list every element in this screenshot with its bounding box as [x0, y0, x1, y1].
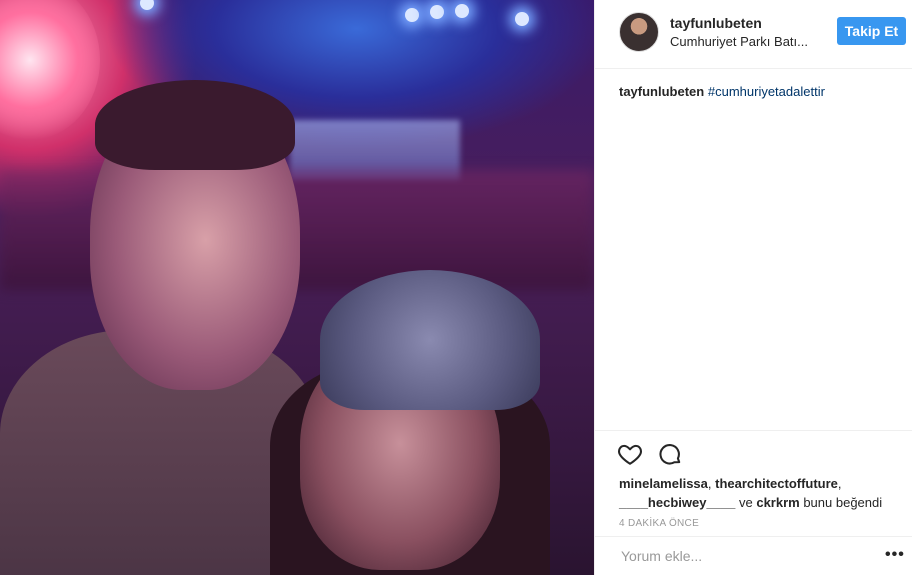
liker-link[interactable]: ckrkrm — [756, 495, 799, 510]
comment-icon[interactable] — [657, 441, 683, 467]
post-header: tayfunlubeten Cumhuriyet Parkı Batı... T… — [595, 0, 912, 69]
likes-summary: minelamelissa, thearchitectoffuture, ___… — [619, 474, 899, 512]
more-options-icon[interactable]: ••• — [885, 547, 905, 563]
comment-bar: ••• — [595, 536, 912, 576]
comment-input[interactable] — [619, 547, 863, 565]
post-timestamp[interactable]: 4 DAKİKA ÖNCE — [619, 518, 699, 529]
avatar[interactable] — [619, 12, 659, 52]
liker-link[interactable]: thearchitectoffuture — [715, 476, 838, 491]
caption-username[interactable]: tayfunlubeten — [619, 84, 704, 99]
heart-icon[interactable] — [617, 441, 643, 467]
likes-suffix: bunu beğendi — [799, 495, 883, 510]
post-sidebar: tayfunlubeten Cumhuriyet Parkı Batı... T… — [594, 0, 912, 575]
instagram-post: tayfunlubeten Cumhuriyet Parkı Batı... T… — [0, 0, 912, 575]
stage-light-flare — [0, 0, 100, 140]
stage-light — [455, 4, 469, 18]
liker-link[interactable]: ____hecbiwey____ — [619, 495, 735, 510]
location-link[interactable]: Cumhuriyet Parkı Batı... — [670, 34, 825, 49]
person-hat — [320, 270, 540, 410]
caption: tayfunlubeten #cumhuriyetadalettir — [619, 84, 825, 99]
stage-light — [405, 8, 419, 22]
post-photo[interactable] — [0, 0, 594, 575]
stage-light — [515, 12, 529, 26]
stage-light — [430, 5, 444, 19]
caption-hashtag[interactable]: #cumhuriyetadalettir — [708, 84, 825, 99]
action-bar — [595, 430, 912, 477]
likes-separator: ve — [735, 495, 757, 510]
stage-light — [140, 0, 154, 10]
liker-link[interactable]: minelamelissa — [619, 476, 708, 491]
likes-separator: , — [837, 476, 842, 491]
username-link[interactable]: tayfunlubeten — [670, 15, 762, 31]
follow-button[interactable]: Takip Et — [837, 17, 906, 45]
person-hair — [95, 80, 295, 170]
